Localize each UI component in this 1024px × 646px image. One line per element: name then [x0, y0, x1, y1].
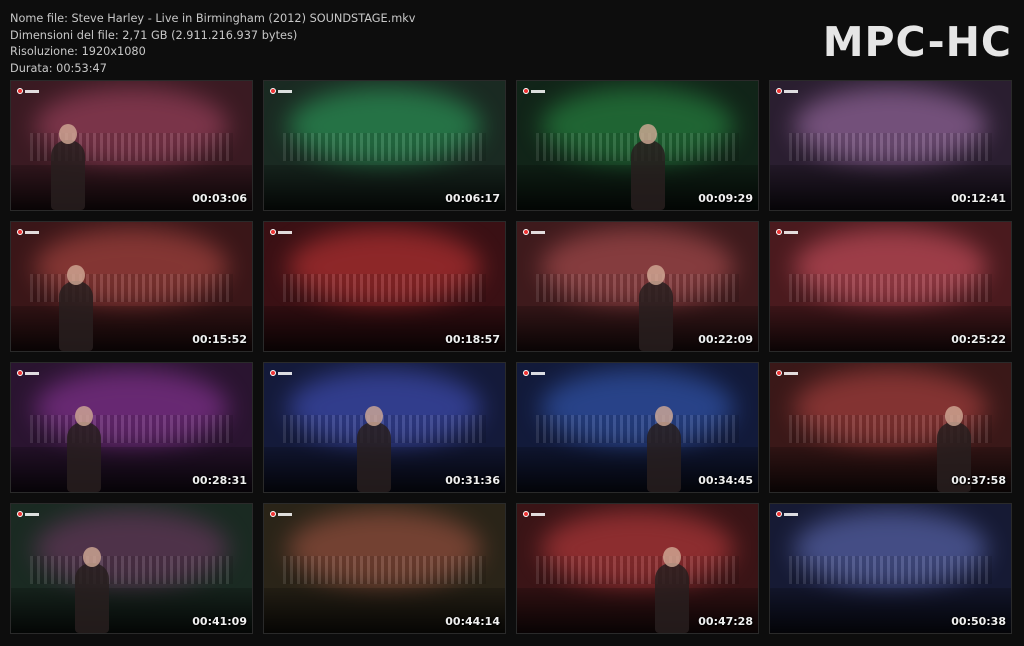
video-thumbnail: 00:47:28: [516, 503, 759, 634]
channel-logo-icon: [270, 510, 292, 518]
video-thumbnail: 00:34:45: [516, 362, 759, 493]
video-thumbnail: 00:41:09: [10, 503, 253, 634]
thumbnail-frame: [264, 81, 505, 210]
thumbnail-timestamp: 00:44:14: [445, 615, 500, 628]
video-thumbnail: 00:18:57: [263, 221, 506, 352]
file-size-text: Dimensioni del file: 2,71 GB (2.911.216.…: [10, 28, 298, 42]
video-thumbnail: 00:28:31: [10, 362, 253, 493]
channel-logo-icon: [523, 228, 545, 236]
channel-logo-icon: [17, 87, 39, 95]
channel-logo-icon: [523, 87, 545, 95]
thumbnail-timestamp: 00:31:36: [445, 474, 500, 487]
thumbnail-timestamp: 00:47:28: [698, 615, 753, 628]
thumbnail-frame: [517, 363, 758, 492]
channel-logo-icon: [17, 510, 39, 518]
video-thumbnail: 00:09:29: [516, 80, 759, 211]
video-thumbnail: 00:03:06: [10, 80, 253, 211]
channel-logo-icon: [776, 510, 798, 518]
thumbnail-timestamp: 00:25:22: [951, 333, 1006, 346]
thumbnail-frame: [11, 222, 252, 351]
channel-logo-icon: [776, 228, 798, 236]
thumbnail-timestamp: 00:15:52: [192, 333, 247, 346]
video-thumbnail: 00:12:41: [769, 80, 1012, 211]
channel-logo-icon: [523, 369, 545, 377]
thumbnail-timestamp: 00:22:09: [698, 333, 753, 346]
file-info-header: Nome file: Steve Harley - Live in Birmin…: [10, 11, 416, 77]
thumbnail-frame: [517, 222, 758, 351]
mpc-hc-logo: MPC-HC: [822, 18, 1012, 66]
thumbnail-timestamp: 00:34:45: [698, 474, 753, 487]
thumbnail-frame: [11, 363, 252, 492]
video-thumbnail: 00:50:38: [769, 503, 1012, 634]
channel-logo-icon: [776, 87, 798, 95]
video-thumbnail: 00:31:36: [263, 362, 506, 493]
thumbnail-frame: [517, 81, 758, 210]
thumbnail-frame: [264, 504, 505, 633]
thumbnail-timestamp: 00:37:58: [951, 474, 1006, 487]
channel-logo-icon: [270, 228, 292, 236]
channel-logo-icon: [270, 87, 292, 95]
video-thumbnail: 00:37:58: [769, 362, 1012, 493]
thumbnail-timestamp: 00:18:57: [445, 333, 500, 346]
thumbnail-timestamp: 00:12:41: [951, 192, 1006, 205]
channel-logo-icon: [270, 369, 292, 377]
thumbnail-timestamp: 00:03:06: [192, 192, 247, 205]
thumbnail-frame: [517, 504, 758, 633]
channel-logo-icon: [17, 228, 39, 236]
thumbnail-frame: [770, 363, 1011, 492]
video-thumbnail: 00:22:09: [516, 221, 759, 352]
resolution-text: Risoluzione: 1920x1080: [10, 45, 146, 58]
thumbnail-frame: [770, 81, 1011, 210]
channel-logo-icon: [523, 510, 545, 518]
video-thumbnail: 00:06:17: [263, 80, 506, 211]
thumbnail-timestamp: 00:41:09: [192, 615, 247, 628]
thumbnail-frame: [264, 222, 505, 351]
thumbnail-frame: [770, 222, 1011, 351]
thumbnail-frame: [11, 504, 252, 633]
thumbnail-frame: [770, 504, 1011, 633]
channel-logo-icon: [17, 369, 39, 377]
thumbnail-timestamp: 00:06:17: [445, 192, 500, 205]
thumbnail-grid: 00:03:06 00:06:17 00:09:29 00:12:41 00:15:52…: [10, 80, 1012, 634]
duration-text: Durata: 00:53:47: [10, 61, 107, 75]
file-name-text: Nome file: Steve Harley - Live in Birmin…: [10, 12, 416, 25]
channel-logo-icon: [776, 369, 798, 377]
thumbnail-frame: [11, 81, 252, 210]
thumbnail-frame: [264, 363, 505, 492]
thumbnail-timestamp: 00:50:38: [951, 615, 1006, 628]
video-thumbnail: 00:15:52: [10, 221, 253, 352]
thumbnail-timestamp: 00:09:29: [698, 192, 753, 205]
video-thumbnail: 00:44:14: [263, 503, 506, 634]
video-thumbnail: 00:25:22: [769, 221, 1012, 352]
thumbnail-timestamp: 00:28:31: [192, 474, 247, 487]
